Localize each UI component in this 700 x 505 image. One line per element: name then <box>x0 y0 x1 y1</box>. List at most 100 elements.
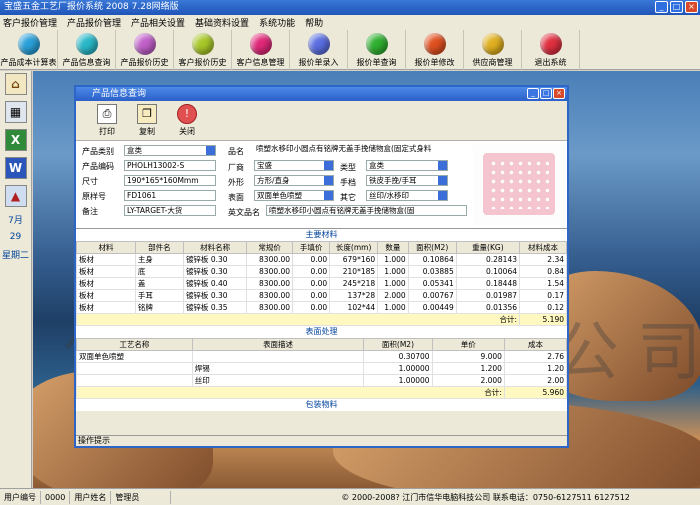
table-cell[interactable]: 板材 <box>76 301 136 314</box>
table-cell[interactable]: 镀锌板 0.40 <box>182 277 248 290</box>
table-cell[interactable]: 102*44 <box>329 301 379 314</box>
table-cell[interactable]: 0.84 <box>519 265 567 278</box>
en-field[interactable]: 喷塑水移印小圆点有铭牌无盖手挽储物盒(固 <box>266 205 467 216</box>
table-cell[interactable]: 镀锌板 0.30 <box>182 289 248 302</box>
table-cell[interactable]: 1.000 <box>377 277 409 290</box>
note-field[interactable]: LY-TARGET-大货 <box>124 205 216 216</box>
table-cell[interactable]: 1.200 <box>431 362 505 375</box>
table-cell[interactable]: 丝印 <box>191 374 365 387</box>
table-cell[interactable]: 0.30700 <box>363 350 433 363</box>
dropdown-icon[interactable] <box>324 176 333 185</box>
table-cell[interactable]: 0.03885 <box>407 265 457 278</box>
menu-basic-data[interactable]: 基础资料设置 <box>195 16 249 29</box>
window-maximize-button[interactable]: □ <box>540 88 552 99</box>
shape-field[interactable]: 方形/直身 <box>254 175 334 186</box>
table-cell[interactable]: 底 <box>134 265 184 278</box>
table-row[interactable]: 板材 手耳 镀锌板 0.30 8300.00 0.00 137*28 2.000 0.0076… <box>76 289 567 302</box>
toolbar-button-9[interactable]: 退出系统 <box>522 30 580 70</box>
toolbar-button-8[interactable]: 供应商管理 <box>464 30 522 70</box>
word-icon[interactable]: W <box>4 157 27 179</box>
table-row[interactable]: 板材底镀锌板 0.30 8300.00 0.00 210*185 1.000 0.0388… <box>76 265 567 278</box>
excel-icon[interactable]: X <box>4 129 27 151</box>
toolbar-button-7[interactable]: 报价单修改 <box>406 30 464 70</box>
table-cell[interactable]: 主身 <box>134 253 184 266</box>
close-window-button[interactable]: ! 关闭 <box>170 104 204 140</box>
toolbar-button-1[interactable]: 产品信息查询 <box>58 30 116 70</box>
table-cell[interactable]: 板材 <box>76 289 136 302</box>
table-cell[interactable]: 铭牌 <box>134 301 184 314</box>
table-cell[interactable]: 9.000 <box>431 350 505 363</box>
table-cell[interactable]: 0.00767 <box>407 289 457 302</box>
table-row[interactable]: 丝印 1.00000 2.000 2.00 <box>76 374 568 387</box>
category-field[interactable]: 盒类 <box>124 145 216 156</box>
table-cell[interactable]: 210*185 <box>329 265 379 278</box>
dropdown-icon[interactable] <box>324 191 333 200</box>
menu-product-quote[interactable]: 产品报价管理 <box>67 16 121 29</box>
table-cell[interactable]: 0.10864 <box>407 253 457 266</box>
dropdown-icon[interactable] <box>206 146 215 155</box>
home-icon[interactable]: ⌂ <box>4 73 27 95</box>
table-cell[interactable]: 0.28143 <box>455 253 521 266</box>
table-cell[interactable]: 0.12 <box>519 301 567 314</box>
table-cell[interactable]: 0.01356 <box>455 301 521 314</box>
table-cell[interactable]: 679*160 <box>329 253 379 266</box>
table-cell[interactable]: 2.000 <box>431 374 505 387</box>
table-cell[interactable]: 板材 <box>76 253 136 266</box>
column-header[interactable]: 表面描述 <box>191 338 365 351</box>
dropdown-icon[interactable] <box>324 161 333 170</box>
table-cell[interactable]: 0.00 <box>292 253 331 266</box>
table-cell[interactable]: 1.00000 <box>363 362 433 375</box>
column-header[interactable]: 成本 <box>503 338 568 351</box>
table-cell[interactable]: 1.54 <box>519 277 567 290</box>
toolbar-button-4[interactable]: 客户信息管理 <box>232 30 290 70</box>
window-minimize-button[interactable]: _ <box>527 88 539 99</box>
table-cell[interactable]: 245*218 <box>329 277 379 290</box>
column-header[interactable]: 材料成本 <box>519 241 567 254</box>
table-cell[interactable]: 0.00449 <box>407 301 457 314</box>
name-field[interactable]: 喷塑水移印小圆点有铭牌无盖手挽储物盒(固定式身料 <box>254 144 467 155</box>
toolbar-button-2[interactable]: 产品报价历史 <box>116 30 174 70</box>
table-cell[interactable]: 焊锡 <box>191 362 365 375</box>
tab-tips[interactable]: 操作提示 <box>76 435 567 446</box>
toolbar-button-3[interactable]: 客户报价历史 <box>174 30 232 70</box>
menu-customer-quote[interactable]: 客户报价管理 <box>3 16 57 29</box>
table-row[interactable]: 板材盖镀锌板 0.40 8300.00 0.00 245*218 1.000 0.0534… <box>76 277 567 290</box>
handle-field[interactable]: 铁皮手挽/手耳 <box>366 175 448 186</box>
table-cell[interactable]: 2.000 <box>377 289 409 302</box>
table-cell[interactable] <box>76 374 193 387</box>
calculator-icon[interactable]: ▦ <box>4 101 27 123</box>
table-cell[interactable]: 盖 <box>134 277 184 290</box>
table-cell[interactable]: 1.00000 <box>363 374 433 387</box>
toolbar-button-5[interactable]: 报价单录入 <box>290 30 348 70</box>
table-cell[interactable]: 8300.00 <box>246 253 294 266</box>
copy-button[interactable]: ❐ 复制 <box>130 104 164 140</box>
table-cell[interactable]: 0.00 <box>292 277 331 290</box>
table-cell[interactable]: 板材 <box>76 277 136 290</box>
table-cell[interactable]: 镀锌板 0.35 <box>182 301 248 314</box>
column-header[interactable]: 材料名称 <box>182 241 248 254</box>
menu-product-settings[interactable]: 产品相关设置 <box>131 16 185 29</box>
table-cell[interactable]: 8300.00 <box>246 289 294 302</box>
surface-field[interactable]: 双面单色喷塑 <box>254 190 334 201</box>
table-cell[interactable]: 0.00 <box>292 289 331 302</box>
maximize-button[interactable]: □ <box>670 1 683 13</box>
table-cell[interactable]: 2.34 <box>519 253 567 266</box>
table-cell[interactable]: 8300.00 <box>246 301 294 314</box>
print-button[interactable]: ⎙ 打印 <box>90 104 124 140</box>
table-cell[interactable]: 2.76 <box>503 350 568 363</box>
table-cell[interactable]: 0.05341 <box>407 277 457 290</box>
column-header[interactable]: 面积(M2) <box>363 338 433 351</box>
table-cell[interactable]: 1.20 <box>503 362 568 375</box>
column-header[interactable]: 长度(mm) <box>329 241 379 254</box>
table-cell[interactable]: 137*28 <box>329 289 379 302</box>
toolbar-button-6[interactable]: 报价单查询 <box>348 30 406 70</box>
size-field[interactable]: 190*165*160Mmm <box>124 175 216 186</box>
table-row[interactable]: 焊锡 1.00000 1.200 1.20 <box>76 362 568 375</box>
table-row[interactable]: 板材 铭牌 镀锌板 0.35 8300.00 0.00 102*44 1.000 0.0044… <box>76 301 567 314</box>
dropdown-icon[interactable] <box>438 161 447 170</box>
other-field[interactable]: 丝印/水移印 <box>366 190 448 201</box>
table-cell[interactable]: 0.10064 <box>455 265 521 278</box>
column-header[interactable]: 面积(M2) <box>407 241 457 254</box>
table-cell[interactable]: 镀锌板 0.30 <box>182 265 248 278</box>
table-cell[interactable]: 0.01987 <box>455 289 521 302</box>
